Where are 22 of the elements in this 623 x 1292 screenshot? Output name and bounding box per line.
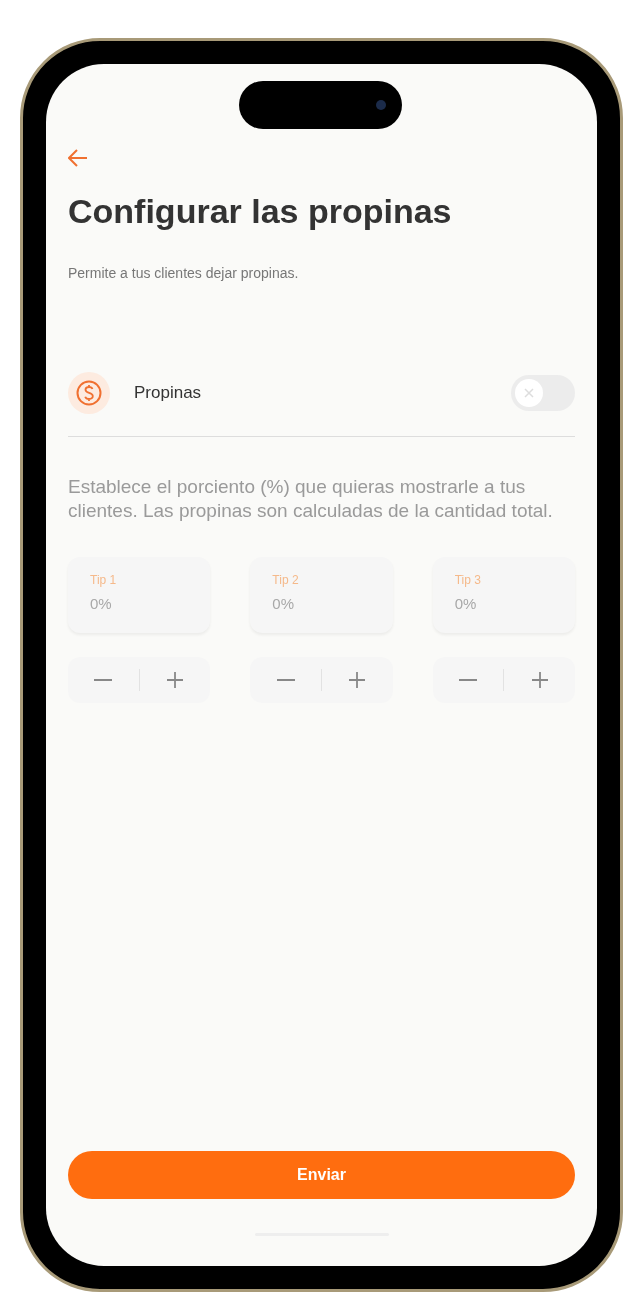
percentage-input[interactable]: 0% [90,592,189,615]
x-icon [523,386,535,399]
plus-icon [349,671,366,688]
camera-icon [376,100,386,110]
page-subtitle: Permite a tus clientes dejar propinas. [68,263,300,283]
plus-icon [167,671,183,688]
percentage-input[interactable]: 0% [272,592,371,615]
minus-icon [459,678,477,681]
back-arrow-icon [68,149,88,167]
minus-icon [276,678,295,681]
minus-icon [94,678,113,681]
dollar-icon [68,371,110,414]
plus-icon [531,671,548,688]
tip-label: Tip 1 [90,571,118,589]
description-text: Establece el porciento (%) que quieras mostrarle a tus clientes. Las propinas son calculadas de la cantidad total. [68,474,554,523]
page-title: Configurar las propinas [68,191,453,232]
percentage-input[interactable]: 0% [454,592,553,615]
tips-label: Propinas [134,381,202,404]
submit-button[interactable]: Enviar [68,1151,575,1199]
tips-toggle[interactable] [511,374,575,411]
tip-label: Tip 2 [272,571,300,589]
tip-label: Tip 3 [454,571,482,589]
